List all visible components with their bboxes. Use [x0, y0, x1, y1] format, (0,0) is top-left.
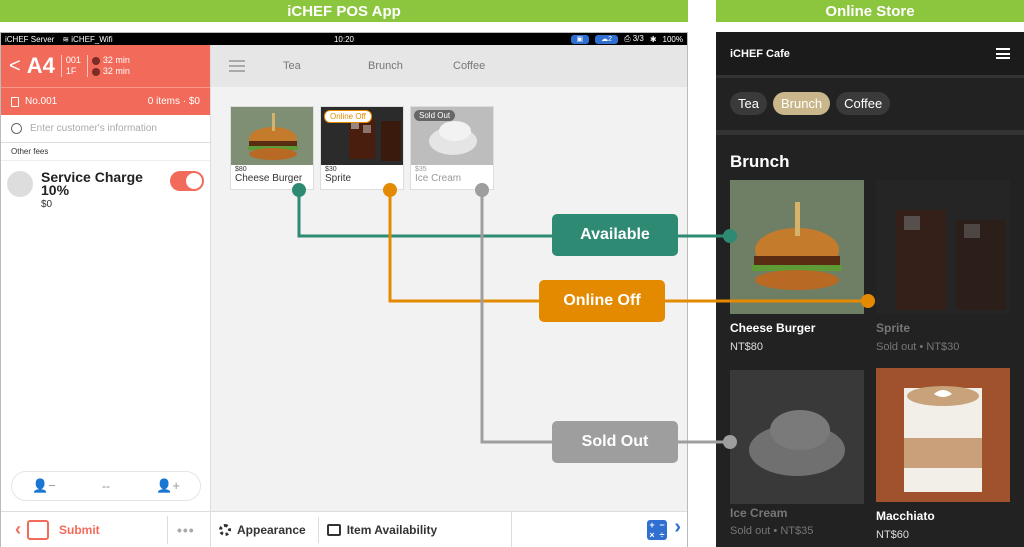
remove-guest-icon[interactable]: 👤− [32, 478, 56, 494]
submit-button[interactable]: ‹ Submit ••• [1, 511, 211, 547]
store-item-name: Cheese Burger [730, 321, 816, 335]
chevron-left-icon: ‹ [15, 519, 21, 539]
more-icon[interactable]: ••• [177, 522, 195, 538]
add-guest-icon[interactable]: 👤+ [156, 478, 180, 494]
section-title: Brunch [730, 152, 790, 171]
fee-avatar [7, 171, 33, 197]
store-tab-brunch[interactable]: Brunch [772, 92, 831, 115]
list-view-icon[interactable] [229, 60, 245, 72]
receipt-icon [11, 96, 19, 107]
store-item-price: NT$80 [730, 341, 764, 353]
store-item-name: Sprite [876, 321, 911, 335]
tray-icon [27, 519, 49, 540]
item-name: Sprite [325, 173, 352, 184]
store-category-tabs: Tea Brunch Coffee [716, 78, 1024, 115]
store-item-price: NT$60 [876, 529, 910, 541]
guest-count: -- [102, 479, 110, 493]
store-item-image-sprite[interactable] [876, 180, 1010, 314]
timer-1: 32 min [91, 55, 130, 66]
hamburger-menu-icon[interactable] [996, 48, 1010, 59]
tab-coffee[interactable]: Coffee [453, 60, 538, 72]
sprite-image: Online Off [321, 107, 403, 165]
store-item-image-burger[interactable] [730, 180, 864, 314]
ice-cream-image: Sold Out [411, 107, 493, 165]
online-store-screen: iCHEF Cafe Tea Brunch Coffee Brunch Chee… [716, 32, 1024, 547]
gear-icon [219, 523, 231, 536]
menu-bottom-bar: Appearance Item Availability + − × ÷ › [211, 511, 687, 547]
online-off-callout: Online Off [539, 280, 665, 322]
store-item-name: Ice Cream [730, 506, 788, 520]
appearance-label: Appearance [237, 522, 306, 537]
menu-item-sprite[interactable]: Online Off $30 Sprite [320, 106, 404, 190]
order-summary-bar[interactable]: No.001 0 items · $0 [1, 87, 210, 115]
table-number: A4 [26, 53, 55, 78]
order-panel: < A4 001 1F 32 min 32 min No.001 0 items… [1, 45, 211, 547]
sold-out-badge: Sold Out [414, 110, 456, 121]
item-name: Ice Cream [415, 173, 462, 184]
appearance-button[interactable]: Appearance [211, 523, 306, 537]
divider [167, 516, 168, 544]
order-item-count: 0 items · $0 [147, 96, 200, 107]
floor-label: 1F [65, 66, 77, 76]
store-header: iCHEF Cafe [716, 32, 1024, 78]
clock: 10:20 [333, 34, 355, 44]
tab-brunch[interactable]: Brunch [368, 60, 453, 72]
store-item-price: Sold out • NT$35 [730, 525, 814, 537]
store-title: iCHEF Cafe [730, 47, 790, 60]
status-bar: iCHEF Server ≋ iCHEF_Wifi 10:20 ▣ ☁ 2 ⎙ … [1, 33, 687, 45]
guest-count-stepper: 👤− -- 👤+ [11, 471, 201, 501]
service-charge-row: Service Charge 10% $0 [1, 161, 210, 220]
customer-placeholder: Enter customer's information [30, 123, 157, 134]
divider [716, 130, 1024, 135]
availability-icon [326, 523, 341, 536]
item-availability-button[interactable]: Item Availability [319, 523, 437, 537]
burger-image [231, 107, 313, 165]
item-availability-label: Item Availability [346, 522, 438, 537]
item-name: Cheese Burger [235, 173, 303, 184]
online-off-badge: Online Off [324, 110, 372, 123]
table-timers: 32 min 32 min [86, 55, 130, 77]
tab-tea[interactable]: Tea [283, 60, 368, 72]
store-tab-tea[interactable]: Tea [730, 92, 767, 115]
back-chevron-icon[interactable]: < [9, 56, 21, 76]
divider [511, 512, 512, 547]
order-number: No.001 [25, 96, 58, 107]
store-tab-coffee[interactable]: Coffee [836, 92, 891, 115]
menu-item-ice-cream[interactable]: Sold Out $35 Ice Cream [410, 106, 494, 190]
comparison-figure: iCHEF POS App Online Store iCHEF Server … [0, 0, 1024, 547]
fee-price: $0 [41, 199, 53, 210]
timer-dot-icon [91, 56, 100, 65]
timer-2: 32 min [91, 66, 130, 77]
timer-dot-icon [91, 67, 100, 76]
customer-info-field[interactable]: Enter customer's information [1, 115, 210, 143]
seat-number: 001 [65, 55, 81, 65]
table-seat-floor: 001 1F [60, 55, 81, 77]
table-header: < A4 001 1F 32 min 32 min [1, 45, 210, 87]
store-item-name: Macchiato [876, 509, 935, 523]
available-callout: Available [552, 214, 678, 256]
service-charge-toggle[interactable] [170, 171, 204, 191]
pos-app-banner: iCHEF POS App [0, 0, 688, 22]
other-fees-label: Other fees [1, 143, 210, 161]
calculator-icon[interactable]: + − × ÷ [647, 520, 667, 540]
store-item-image-ice-cream[interactable] [730, 370, 864, 504]
menu-item-cheese-burger[interactable]: $80 Cheese Burger [230, 106, 314, 190]
store-item-image-macchiato[interactable] [876, 368, 1010, 502]
sold-out-callout: Sold Out [552, 421, 678, 463]
online-store-banner: Online Store [716, 0, 1024, 22]
store-item-price: Sold out • NT$30 [876, 341, 960, 353]
fee-name: Service Charge 10% [41, 169, 143, 198]
menu-category-tabs: Tea Brunch Coffee [211, 45, 687, 87]
person-icon [11, 123, 22, 134]
chevron-right-icon[interactable]: › [674, 516, 681, 539]
submit-label: Submit [59, 522, 100, 537]
